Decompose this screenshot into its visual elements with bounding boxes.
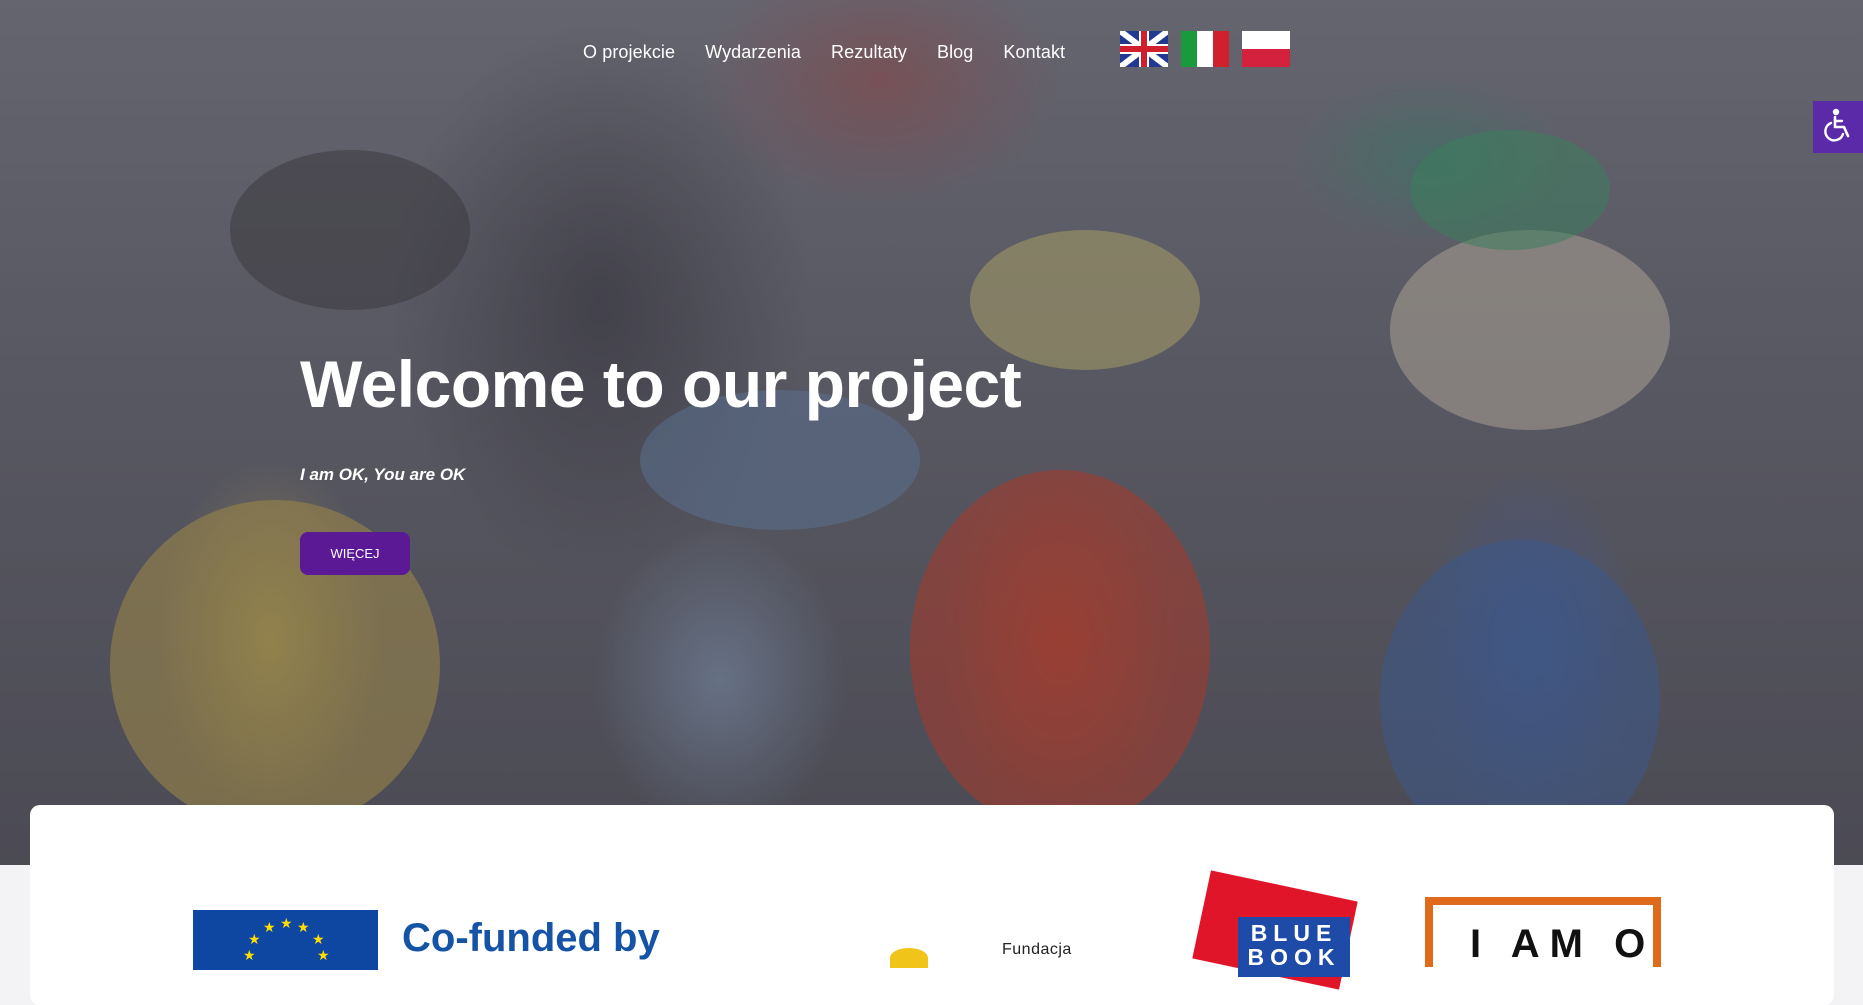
poland-flag-icon[interactable] — [1242, 31, 1290, 67]
nav-item-blog[interactable]: Blog — [937, 42, 973, 63]
iamok-logo-text: I AM O — [1470, 922, 1656, 966]
svg-text:★: ★ — [317, 948, 330, 964]
nav-item-wydarzenia[interactable]: Wydarzenia — [705, 42, 801, 63]
svg-text:★: ★ — [243, 948, 256, 964]
svg-text:★: ★ — [312, 932, 325, 948]
uk-flag-icon[interactable] — [1120, 31, 1168, 67]
svg-text:★: ★ — [297, 920, 310, 936]
wheelchair-icon — [1822, 108, 1854, 147]
more-button[interactable]: WIĘCEJ — [300, 532, 410, 575]
main-nav: O projekcie Wydarzenia Rezultaty Blog Ko… — [583, 42, 1095, 63]
nav-item-o-projekcie[interactable]: O projekcie — [583, 42, 675, 63]
accessibility-button[interactable] — [1813, 101, 1863, 153]
svg-text:★: ★ — [248, 932, 261, 948]
eu-cofunded-text: Co-funded by — [402, 916, 660, 960]
hero-title: Welcome to our project — [300, 347, 1022, 421]
fundacja-text: Fundacja — [1002, 941, 1072, 958]
italy-flag-icon[interactable] — [1181, 31, 1229, 67]
nav-item-rezultaty[interactable]: Rezultaty — [831, 42, 907, 63]
hero-subtitle: I am OK, You are OK — [300, 465, 466, 484]
svg-text:★: ★ — [280, 916, 293, 932]
fundacja-logo-mark — [890, 948, 928, 968]
hero-banner: O projekcie Wydarzenia Rezultaty Blog Ko… — [0, 0, 1863, 865]
hero-overlay — [0, 0, 1863, 865]
nav-item-kontakt[interactable]: Kontakt — [1003, 42, 1065, 63]
svg-text:★: ★ — [263, 920, 276, 936]
blue-book-logo: BLUE BOOK — [1238, 917, 1350, 977]
eu-flag-logo: ★ ★ ★ ★ ★ ★ ★ — [193, 910, 378, 970]
language-switcher — [1120, 31, 1290, 67]
